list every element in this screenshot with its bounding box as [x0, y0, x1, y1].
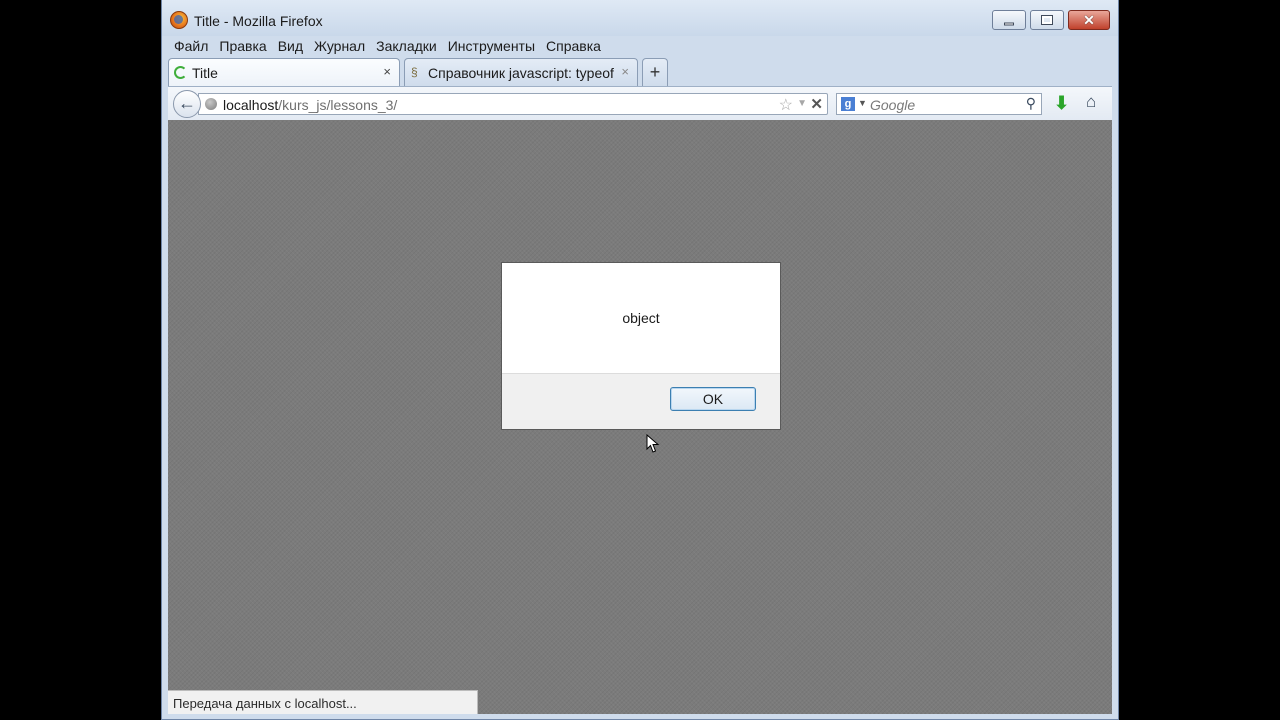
browser-window: Title - Mozilla Firefox ✕ Файл Правка Ви… — [161, 0, 1119, 720]
minimize-icon — [1004, 22, 1014, 26]
site-identity-icon[interactable] — [205, 98, 217, 110]
menu-bookmarks[interactable]: Закладки — [376, 38, 437, 56]
loading-spinner-icon — [174, 66, 187, 79]
tab-label: Справочник javascript: typeof — [428, 65, 614, 81]
google-icon[interactable]: g — [841, 97, 855, 111]
tab-close-icon[interactable]: × — [621, 64, 629, 79]
search-icon[interactable]: ⚲ — [1026, 95, 1036, 112]
engine-dropdown-icon[interactable]: ▼ — [858, 98, 867, 108]
menu-help[interactable]: Справка — [546, 38, 601, 56]
alert-dialog: object OK — [501, 262, 781, 430]
home-icon[interactable]: ⌂ — [1086, 92, 1096, 112]
title-bar: Title - Mozilla Firefox ✕ — [162, 0, 1118, 36]
history-dropdown-icon[interactable]: ▼ — [797, 98, 807, 109]
firefox-logo-icon — [170, 11, 188, 29]
page-content: object OK Передача данных с localhost... — [168, 120, 1112, 714]
tab-typeof-reference[interactable]: § Справочник javascript: typeof × — [404, 58, 638, 86]
ok-button[interactable]: OK — [670, 387, 756, 411]
alert-message: object — [622, 310, 660, 326]
back-button[interactable]: ← — [173, 90, 201, 118]
window-controls: ✕ — [988, 10, 1110, 30]
minimize-button[interactable] — [992, 10, 1026, 30]
menu-view[interactable]: Вид — [278, 38, 303, 56]
search-input[interactable]: Google — [870, 97, 915, 113]
new-tab-button[interactable]: + — [642, 58, 668, 86]
status-bar: Передача данных с localhost... — [168, 690, 478, 714]
close-icon: ✕ — [1083, 12, 1095, 28]
favicon-icon: § — [411, 65, 418, 79]
bookmark-star-icon[interactable]: ☆ — [779, 95, 793, 115]
url-bar[interactable]: localhost/kurs_js/lessons_3/ ☆ ▼ ✕ — [198, 93, 828, 115]
menu-file[interactable]: Файл — [174, 38, 208, 56]
menu-history[interactable]: Журнал — [314, 38, 365, 56]
tab-title[interactable]: Title × — [168, 58, 400, 86]
close-button[interactable]: ✕ — [1068, 10, 1110, 30]
maximize-button[interactable] — [1030, 10, 1064, 30]
url-host: localhost — [223, 97, 279, 113]
download-icon[interactable]: ⬇ — [1054, 93, 1069, 114]
menu-edit[interactable]: Правка — [219, 38, 266, 56]
alert-footer: OK — [502, 373, 780, 429]
maximize-icon — [1041, 15, 1053, 25]
tab-label: Title — [192, 65, 218, 81]
menu-tools[interactable]: Инструменты — [448, 38, 535, 56]
tab-close-icon[interactable]: × — [383, 64, 391, 79]
tab-strip: Title × § Справочник javascript: typeof … — [168, 58, 1108, 86]
search-bar[interactable]: g ▼ Google ⚲ — [836, 93, 1042, 115]
url-path: /kurs_js/lessons_3/ — [278, 97, 398, 113]
window-title: Title - Mozilla Firefox — [194, 13, 323, 29]
url-text[interactable]: localhost/kurs_js/lessons_3/ — [223, 97, 397, 113]
mouse-cursor-icon — [646, 434, 660, 453]
stop-icon[interactable]: ✕ — [810, 95, 823, 113]
menu-bar: Файл Правка Вид Журнал Закладки Инструме… — [174, 38, 612, 56]
navigation-bar: localhost/kurs_js/lessons_3/ ☆ ▼ ✕ ← g ▼… — [168, 86, 1112, 120]
